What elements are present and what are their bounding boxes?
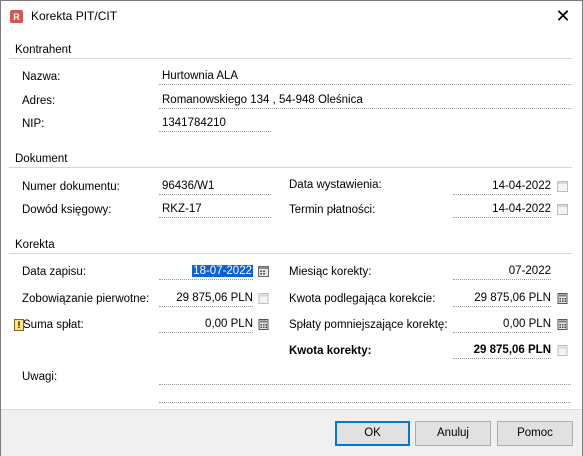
zobowiazanie-pierwotne-field[interactable]: 29 875,06 PLN (159, 291, 253, 307)
miesiac-korekty-label: Miesiąc korekty: (289, 266, 372, 278)
data-zapisu-value: 18-07-2022 (192, 265, 253, 277)
calculator-icon[interactable] (258, 319, 269, 330)
nip-value: 1341784210 (162, 117, 226, 129)
nip-label: NIP: (22, 118, 45, 130)
uwagi-input-line2[interactable] (159, 387, 571, 403)
adres-field[interactable]: Romanowskiego 134 , 54-948 Oleśnica (159, 93, 571, 109)
close-icon[interactable]: ✕ (552, 5, 574, 27)
data-zapisu-input[interactable]: 18-07-2022 (159, 264, 253, 280)
kwota-podlegajaca-value: 29 875,06 PLN (474, 292, 551, 304)
miesiac-korekty-value: 07-2022 (508, 265, 551, 277)
termin-platnosci-value: 14-04-2022 (492, 203, 551, 215)
data-zapisu-label: Data zapisu: (22, 266, 86, 278)
adres-value: Romanowskiego 134 , 54-948 Oleśnica (162, 94, 363, 106)
calendar-icon[interactable] (557, 181, 568, 192)
data-wystawienia-field[interactable]: 14-04-2022 (453, 179, 551, 195)
dowod-ksiegowy-field[interactable]: RKZ-17 (159, 202, 271, 218)
button-bar: OK Anuluj Pomoc (1, 409, 582, 456)
numer-dokumentu-value: 96436/W1 (162, 180, 215, 192)
section-dokument-heading: Dokument (15, 153, 68, 165)
calculator-icon[interactable] (557, 319, 568, 330)
miesiac-korekty-field[interactable]: 07-2022 (453, 264, 551, 280)
termin-platnosci-label: Termin płatności: (289, 204, 376, 216)
nazwa-field[interactable]: Hurtownia ALA (159, 69, 571, 85)
suma-splat-field[interactable]: 0,00 PLN (159, 317, 253, 333)
calculator-icon[interactable] (258, 293, 269, 304)
data-wystawienia-value: 14-04-2022 (492, 180, 551, 192)
app-logo-icon: R (10, 10, 23, 23)
title-bar[interactable]: R Korekta PIT/CIT ✕ (1, 1, 582, 32)
dowod-ksiegowy-value: RKZ-17 (162, 203, 202, 215)
kwota-podlegajaca-label: Kwota podlegająca korekcie: (289, 293, 436, 305)
uwagi-input[interactable] (159, 369, 571, 385)
dowod-ksiegowy-label: Dowód księgowy: (22, 204, 112, 216)
splaty-pomniejszajace-value: 0,00 PLN (503, 318, 551, 330)
kwota-podlegajaca-field[interactable]: 29 875,06 PLN (453, 291, 551, 307)
adres-label: Adres: (22, 95, 56, 107)
pomoc-button[interactable]: Pomoc (497, 421, 573, 446)
uwagi-label: Uwagi: (22, 371, 58, 383)
dialog-window: R Korekta PIT/CIT ✕ Kontrahent Nazwa: Hu… (0, 0, 583, 456)
splaty-pomniejszajace-field[interactable]: 0,00 PLN (453, 317, 551, 333)
section-divider (9, 253, 572, 254)
termin-platnosci-field[interactable]: 14-04-2022 (453, 202, 551, 218)
calculator-icon[interactable] (557, 293, 568, 304)
nazwa-value: Hurtownia ALA (162, 70, 239, 82)
kwota-korekty-field: 29 875,06 PLN (453, 343, 551, 359)
calculator-icon (557, 345, 568, 356)
calendar-icon[interactable] (557, 204, 568, 215)
suma-splat-label: Suma spłat: (23, 319, 84, 331)
ok-button[interactable]: OK (335, 421, 410, 446)
calendar-icon[interactable] (258, 266, 269, 277)
kwota-korekty-label: Kwota korekty: (289, 345, 372, 357)
nazwa-label: Nazwa: (22, 71, 61, 83)
section-divider (9, 58, 572, 59)
nip-field[interactable]: 1341784210 (159, 116, 271, 132)
window-title: Korekta PIT/CIT (31, 9, 118, 23)
section-korekta-heading: Korekta (15, 239, 55, 251)
numer-dokumentu-label: Numer dokumentu: (22, 181, 120, 193)
section-kontrahent-heading: Kontrahent (15, 44, 72, 56)
svg-text:R: R (13, 12, 20, 22)
dialog-content: Kontrahent Nazwa: Hurtownia ALA Adres: R… (1, 32, 582, 409)
splaty-pomniejszajace-label: Spłaty pomniejszające korektę: (289, 319, 448, 331)
kwota-korekty-value: 29 875,06 PLN (473, 344, 551, 356)
section-divider (9, 167, 572, 168)
data-wystawienia-label: Data wystawienia: (289, 179, 382, 191)
numer-dokumentu-field[interactable]: 96436/W1 (159, 179, 271, 195)
anuluj-button[interactable]: Anuluj (415, 421, 491, 446)
zobowiazanie-pierwotne-value: 29 875,06 PLN (176, 292, 253, 304)
suma-splat-value: 0,00 PLN (205, 318, 253, 330)
zobowiazanie-pierwotne-label: Zobowiązanie pierwotne: (22, 293, 150, 305)
